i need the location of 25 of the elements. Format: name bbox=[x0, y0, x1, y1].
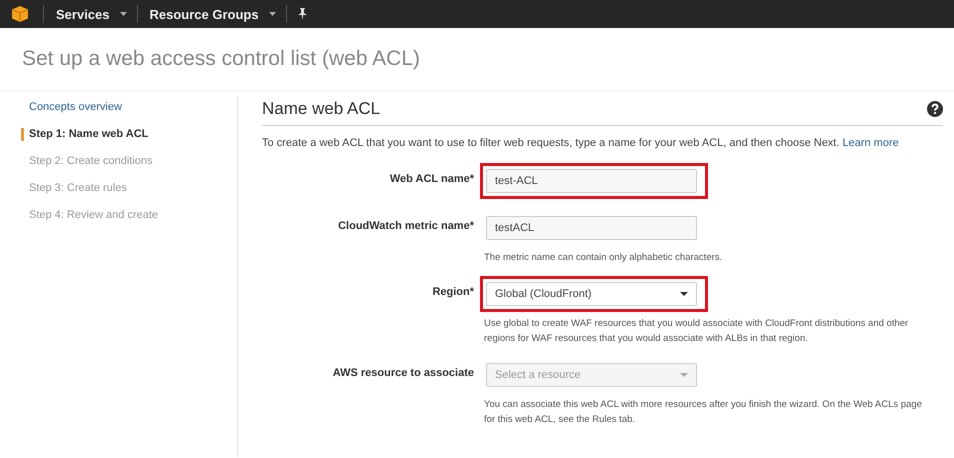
caret-icon bbox=[680, 292, 688, 296]
intro-text: To create a web ACL that you want to use to filter web requests, type a name for your web ACL, and then choose Next. Learn more bbox=[262, 137, 900, 149]
field-label: CloudWatch metric name* bbox=[337, 219, 475, 234]
field-hint: Use global to create WAF resources that you would associate with CloudFront distributions and other regions for WAF resources that you would associate with ALBs in that region. bbox=[484, 317, 910, 346]
sidebar-item[interactable]: Concepts overview bbox=[0, 101, 122, 114]
caret-icon bbox=[680, 373, 688, 377]
field-label: Web ACL name* bbox=[388, 172, 475, 187]
sidebar-item[interactable]: Step 1: Name web ACL bbox=[21, 128, 148, 141]
help-icon[interactable] bbox=[927, 101, 943, 117]
section-title: Name web ACL bbox=[262, 99, 380, 119]
pin-icon[interactable] bbox=[296, 8, 308, 20]
cube-logo-icon[interactable] bbox=[11, 5, 29, 23]
caret-icon bbox=[120, 12, 126, 16]
caret-icon bbox=[268, 12, 276, 16]
field-hint: You can associate this web ACL with more resources after you finish the wizard. On the Web ACLs page for this web ACL, see the Rules tab. bbox=[484, 398, 923, 427]
dropdown[interactable]: Global (CloudFront) bbox=[486, 282, 697, 306]
nav-menu-button[interactable]: Resource Groups bbox=[138, 0, 286, 28]
field-hint: The metric name can contain only alphabetic characters. bbox=[484, 251, 724, 265]
field-label: AWS resource to associate bbox=[332, 366, 475, 381]
learn-more-link[interactable]: Learn more bbox=[842, 137, 899, 149]
text-input-field[interactable]: test-ACL bbox=[486, 169, 697, 193]
field-label: Region* bbox=[431, 285, 475, 300]
page-title: Set up a web access control list (web ACL) bbox=[22, 47, 420, 71]
text-input-field[interactable]: testACL bbox=[486, 216, 697, 240]
nav-menu-button[interactable]: Services bbox=[44, 0, 136, 28]
